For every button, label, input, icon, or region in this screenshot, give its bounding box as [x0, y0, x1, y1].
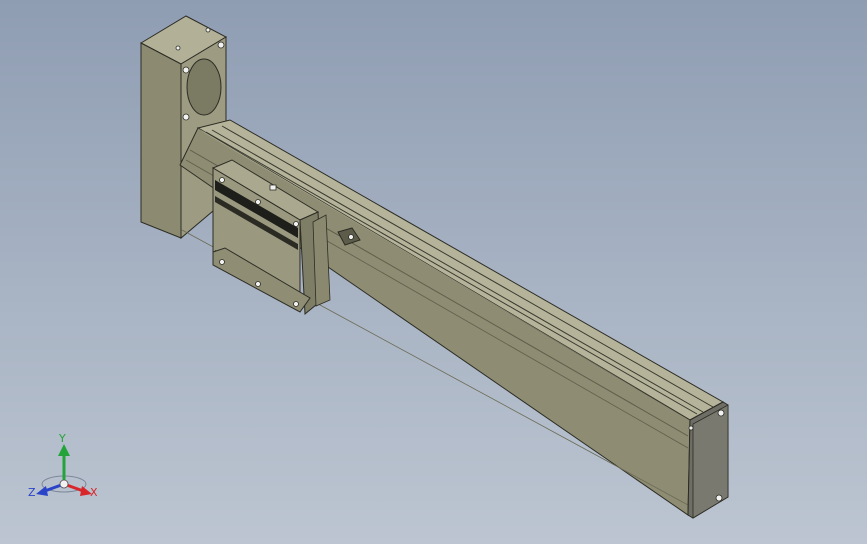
triad-y-label: Y	[59, 432, 66, 445]
motor-bore	[186, 58, 222, 116]
triad-z-label: Z	[28, 486, 36, 499]
linear-actuator-model[interactable]	[0, 0, 867, 544]
triad-x-label: X	[90, 486, 98, 499]
graphics-viewport[interactable]: Y X Z	[0, 0, 867, 544]
coordinate-triad	[36, 444, 92, 496]
